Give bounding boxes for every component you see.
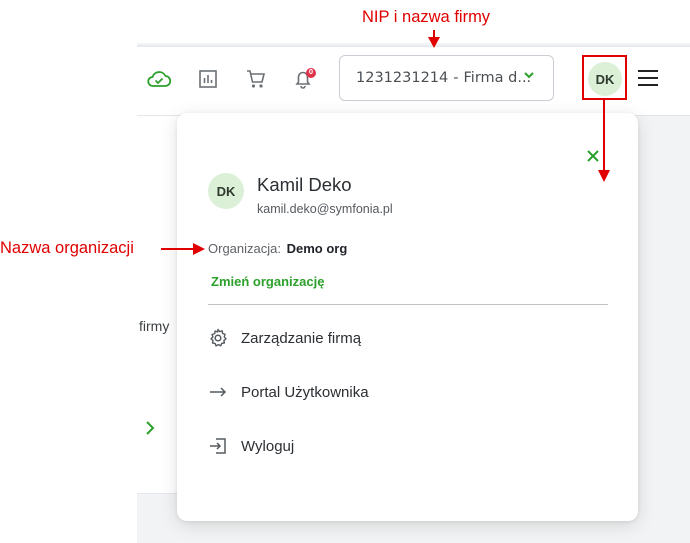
annotation-arrow-avatar [598, 100, 610, 182]
annotation-arrow-left [161, 243, 205, 255]
annotation-arrows [161, 30, 610, 255]
annotation-arrow-top [428, 30, 440, 48]
